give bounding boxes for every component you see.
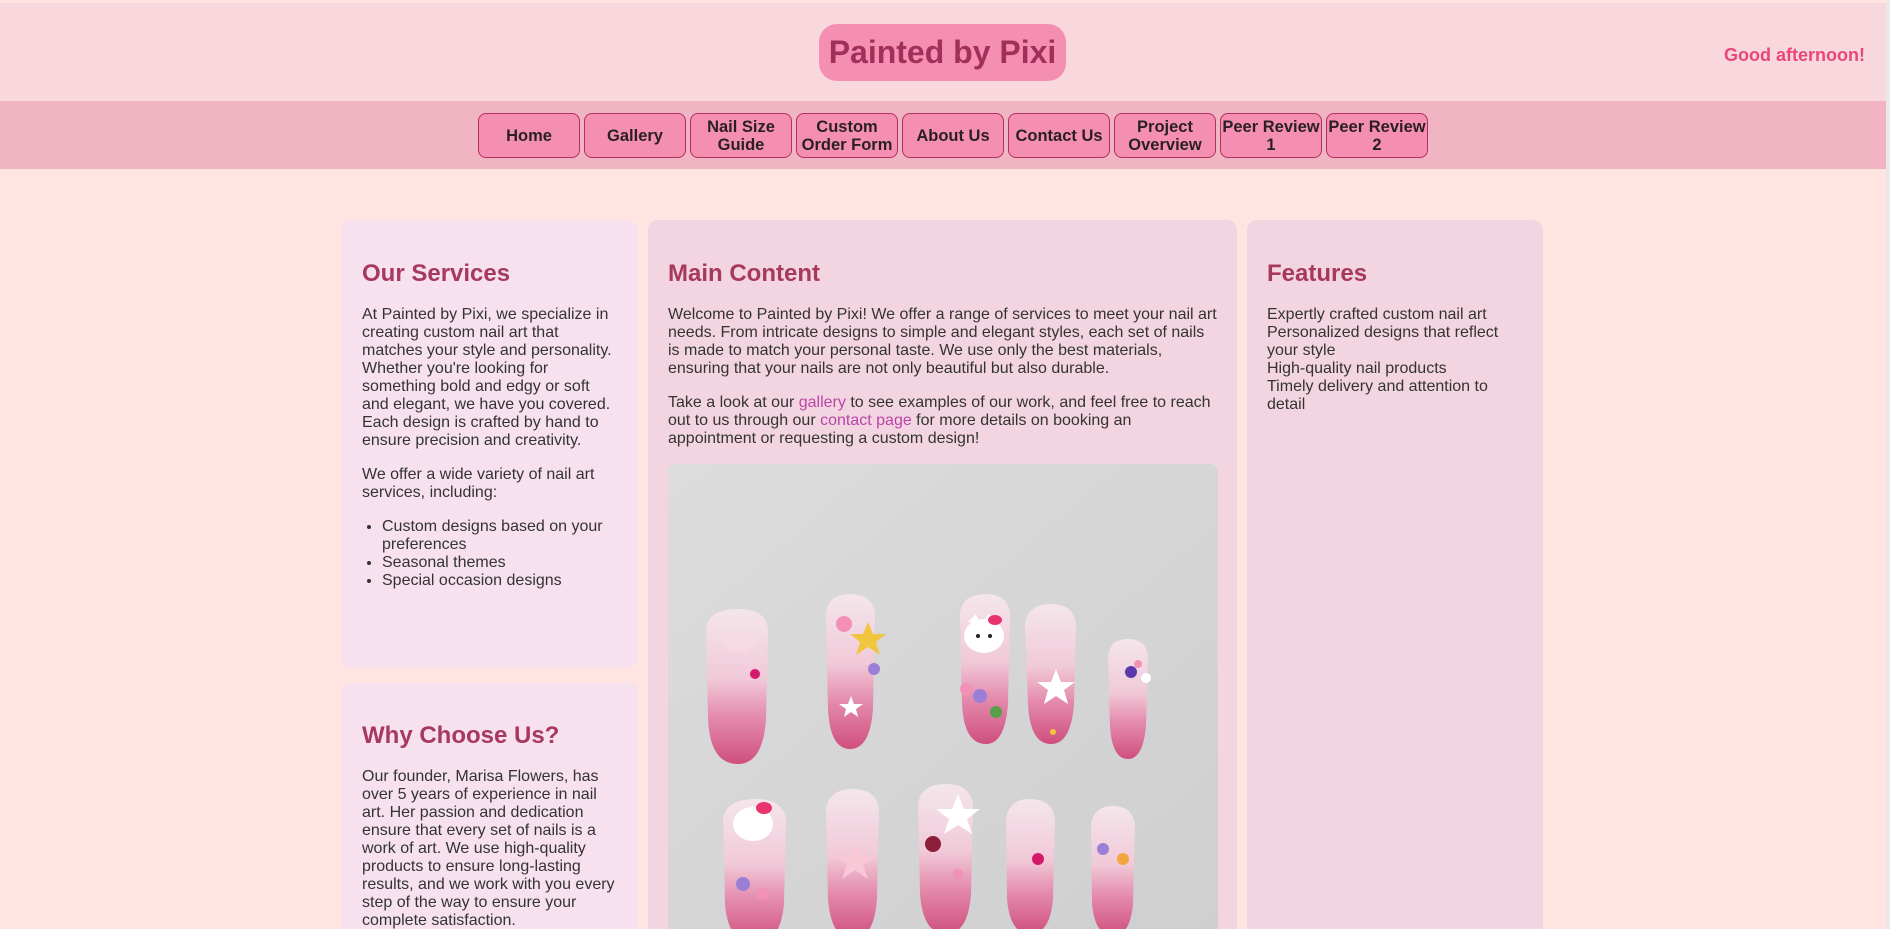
main-links-text: Take a look at our gallery to see exampl… xyxy=(668,394,1211,447)
main-content-panel: Main Content Welcome to Painted by Pixi!… xyxy=(648,220,1237,929)
nav-gallery-button[interactable]: Gallery xyxy=(584,113,686,158)
main-navigation: Home Gallery Nail Size Guide Custom Orde… xyxy=(0,101,1890,169)
list-item: Timely delivery and attention to detail xyxy=(1267,378,1488,413)
features-list: Expertly crafted custom nail art Persona… xyxy=(1267,306,1523,414)
services-panel: Our Services At Painted by Pixi, we spec… xyxy=(342,220,638,668)
features-heading: Features xyxy=(1267,260,1368,287)
list-item: Expertly crafted custom nail art xyxy=(1267,306,1487,323)
list-item: Custom designs based on your preferences xyxy=(382,518,618,554)
site-logo[interactable]: Painted by Pixi xyxy=(819,24,1066,81)
contact-page-link[interactable]: contact page xyxy=(820,412,912,429)
vertical-scrollbar[interactable] xyxy=(1886,0,1890,929)
list-item: Special occasion designs xyxy=(382,572,618,590)
features-panel: Features Expertly crafted custom nail ar… xyxy=(1247,220,1543,929)
nav-custom-order-form-button[interactable]: Custom Order Form xyxy=(796,113,898,158)
greeting-text: Good afternoon! xyxy=(1724,45,1865,65)
nav-home-button[interactable]: Home xyxy=(478,113,580,158)
nav-peer-review-1-button[interactable]: Peer Review 1 xyxy=(1220,113,1322,158)
services-intro-text: At Painted by Pixi, we specialize in cre… xyxy=(362,306,612,449)
why-text: Our founder, Marisa Flowers, has over 5 … xyxy=(362,768,615,929)
why-choose-us-panel: Why Choose Us? Our founder, Marisa Flowe… xyxy=(342,682,638,929)
main-welcome-text: Welcome to Painted by Pixi! We offer a r… xyxy=(668,306,1217,377)
nail-art-photo xyxy=(668,464,1218,929)
list-item: Personalized designs that reflect your s… xyxy=(1267,324,1499,359)
gallery-link[interactable]: gallery xyxy=(799,394,846,411)
nav-nail-size-guide-button[interactable]: Nail Size Guide xyxy=(690,113,792,158)
services-list: Custom designs based on your preferences… xyxy=(362,518,618,590)
main-heading: Main Content xyxy=(668,260,820,287)
list-item: Seasonal themes xyxy=(382,554,618,572)
site-header: Painted by Pixi Good afternoon! xyxy=(0,3,1890,101)
list-item: High-quality nail products xyxy=(1267,360,1447,377)
nav-contact-us-button[interactable]: Contact Us xyxy=(1008,113,1110,158)
nav-project-overview-button[interactable]: Project Overview xyxy=(1114,113,1216,158)
services-heading: Our Services xyxy=(362,260,511,287)
nav-peer-review-2-button[interactable]: Peer Review 2 xyxy=(1326,113,1428,158)
why-heading: Why Choose Us? xyxy=(362,722,560,749)
nav-about-us-button[interactable]: About Us xyxy=(902,113,1004,158)
services-offer-text: We offer a wide variety of nail art serv… xyxy=(362,466,595,501)
